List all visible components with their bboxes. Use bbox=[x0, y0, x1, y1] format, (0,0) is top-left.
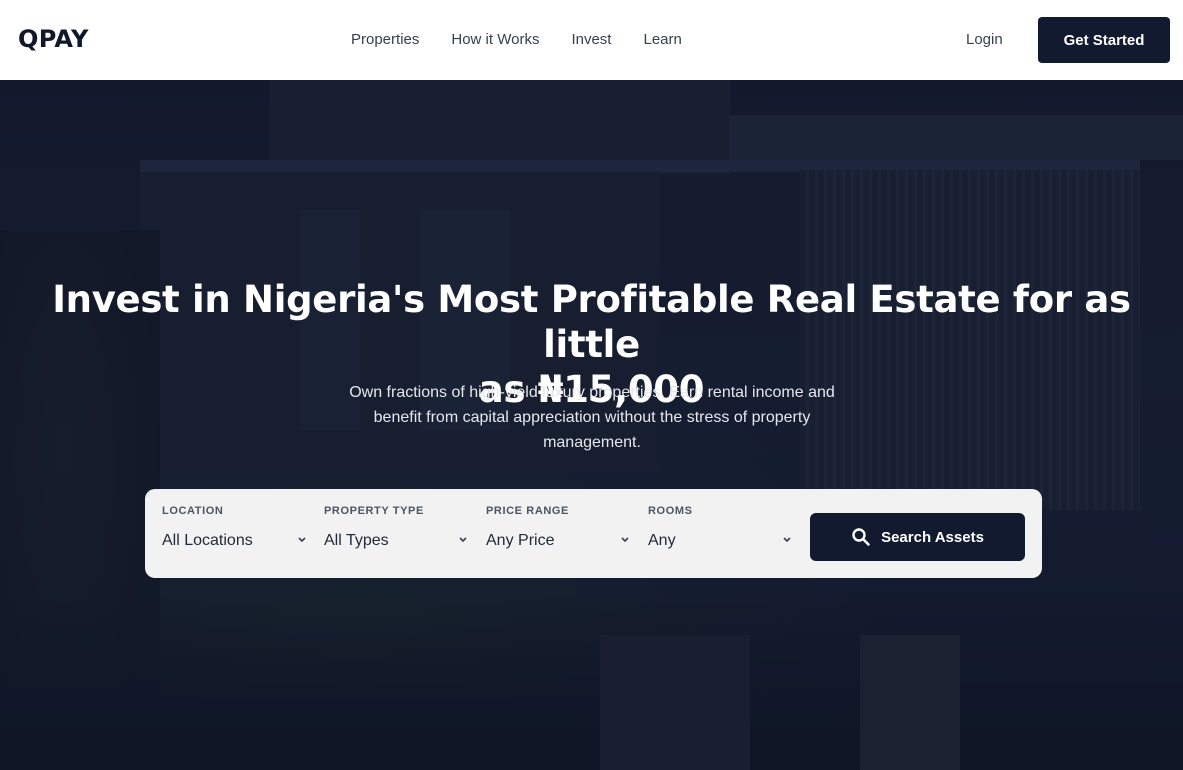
rooms-filter-label: ROOMS bbox=[648, 505, 693, 517]
search-assets-label: Search Assets bbox=[881, 528, 984, 546]
chevron-down-icon bbox=[459, 537, 467, 543]
top-navigation-bar: QPAY Properties How it Works Invest Lear… bbox=[0, 0, 1183, 80]
property-search-panel: LOCATION All Locations PROPERTY TYPE All… bbox=[145, 489, 1042, 578]
hero-section: Invest in Nigeria's Most Profitable Real… bbox=[0, 80, 1183, 770]
chevron-down-icon bbox=[621, 537, 629, 543]
hero-headline-line-1: Invest in Nigeria's Most Profitable Real… bbox=[52, 278, 1131, 366]
property-type-filter[interactable]: PROPERTY TYPE All Types bbox=[324, 489, 469, 578]
location-filter[interactable]: LOCATION All Locations bbox=[162, 489, 307, 578]
price-range-filter-label: PRICE RANGE bbox=[486, 505, 569, 517]
search-assets-button[interactable]: Search Assets bbox=[810, 513, 1025, 561]
nav-link-invest[interactable]: Invest bbox=[571, 30, 611, 50]
nav-link-properties[interactable]: Properties bbox=[351, 30, 419, 50]
hero-subtext: Own fractions of high-yield luxury prope… bbox=[349, 384, 835, 451]
brand-logo[interactable]: QPAY bbox=[18, 25, 89, 53]
property-type-filter-value[interactable]: All Types bbox=[324, 532, 389, 550]
chevron-down-icon bbox=[783, 537, 791, 543]
chevron-down-icon bbox=[298, 537, 306, 543]
rooms-filter-value[interactable]: Any bbox=[648, 532, 676, 550]
location-filter-label: LOCATION bbox=[162, 505, 224, 517]
property-type-filter-label: PROPERTY TYPE bbox=[324, 505, 424, 517]
price-range-filter-value[interactable]: Any Price bbox=[486, 532, 554, 550]
get-started-button[interactable]: Get Started bbox=[1038, 17, 1170, 63]
main-nav: Properties How it Works Invest Learn bbox=[351, 30, 682, 50]
search-icon bbox=[852, 528, 870, 546]
rooms-filter[interactable]: ROOMS Any bbox=[648, 489, 793, 578]
nav-link-learn[interactable]: Learn bbox=[643, 30, 681, 50]
nav-link-how-it-works[interactable]: How it Works bbox=[451, 30, 539, 50]
location-filter-value[interactable]: All Locations bbox=[162, 532, 253, 550]
price-range-filter[interactable]: PRICE RANGE Any Price bbox=[486, 489, 631, 578]
login-link[interactable]: Login bbox=[966, 30, 1003, 50]
